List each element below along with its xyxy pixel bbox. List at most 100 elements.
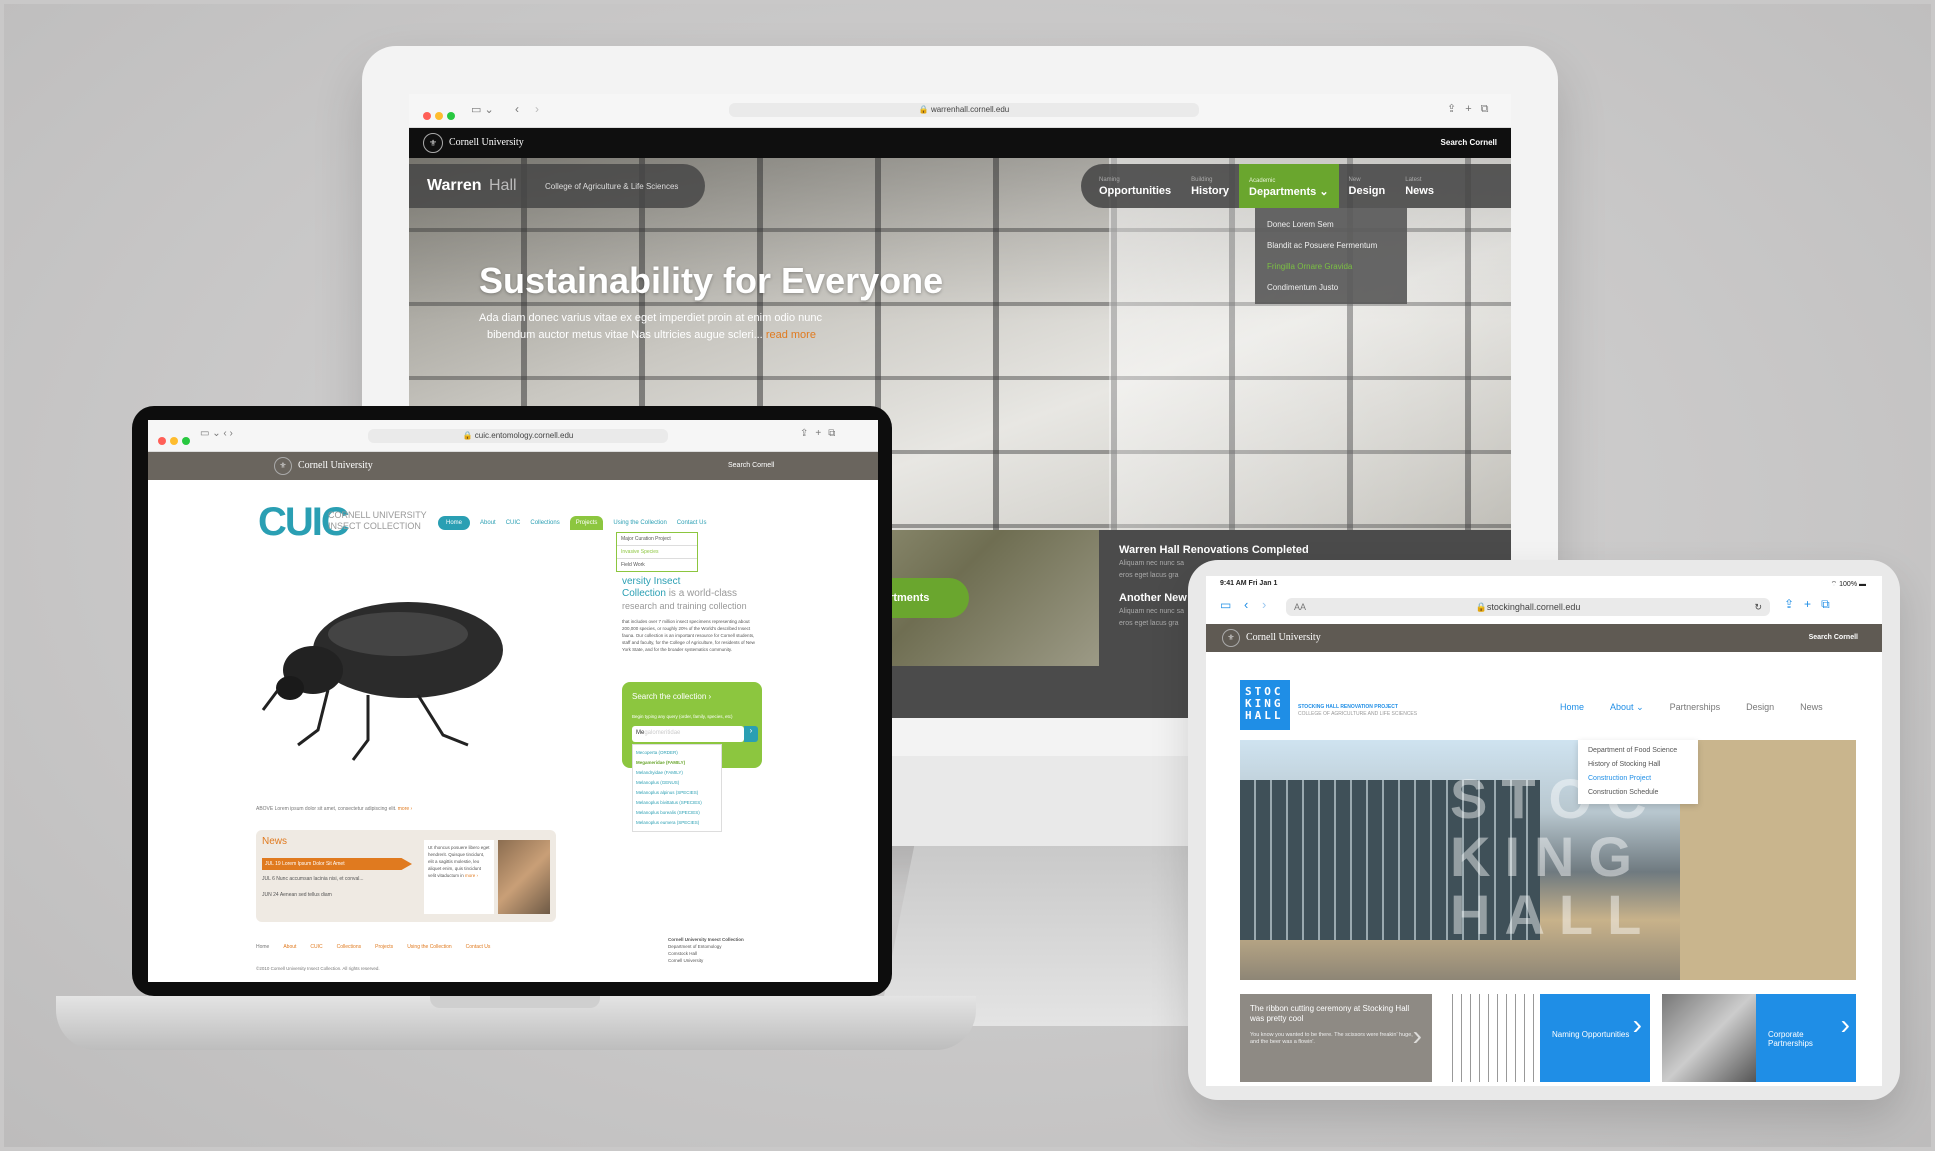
share-add-tabs-icons[interactable]: ⇪+⧉: [800, 428, 842, 439]
news-item-active[interactable]: JUL 19 Lorem Ipsum Dolor Sit Amet: [262, 858, 412, 870]
feature-tiles: The ribbon cutting ceremony at Stocking …: [1240, 994, 1856, 1084]
footer-link[interactable]: Home: [256, 944, 269, 950]
address-bar[interactable]: 🔒 cuic.entomology.cornell.edu: [368, 429, 668, 443]
nav-about[interactable]: About ⌄: [1610, 702, 1644, 713]
nav-history[interactable]: Building History: [1181, 175, 1239, 197]
news-title-2[interactable]: Another New: [1119, 592, 1187, 604]
nav-collections[interactable]: Collections: [530, 520, 559, 526]
dropdown-item[interactable]: Donec Lorem Sem: [1267, 214, 1395, 235]
news-more-link[interactable]: more ›: [465, 873, 478, 878]
suggestion-item[interactable]: Melanoplus borealis (SPECIES): [636, 808, 718, 818]
caption-more-link[interactable]: more ›: [398, 806, 412, 812]
back-forward-icons[interactable]: ▭ ⌄ ‹ ›: [200, 428, 233, 439]
read-more-link[interactable]: read more: [766, 329, 816, 341]
footer-address: Cornell University Insect Collection Depa…: [668, 937, 744, 963]
stocking-nav: Home About ⌄ Partnerships Design News: [1560, 702, 1823, 713]
dropdown-item[interactable]: Condimentum Justo: [1267, 277, 1395, 298]
laptop-opening-notch: [430, 996, 600, 1008]
suggestion-item[interactable]: Melanoplus bivittatus (SPECIES): [636, 798, 718, 808]
tile-naming-opportunities[interactable]: Naming Opportunities ›: [1444, 994, 1650, 1082]
dropdown-item[interactable]: Construction Schedule: [1588, 786, 1688, 800]
footer-link[interactable]: Contact Us: [466, 944, 491, 950]
footer-link[interactable]: About: [283, 944, 296, 950]
tile-corporate-partnerships[interactable]: Corporate Partnerships ›: [1662, 994, 1856, 1082]
suggestion-item[interactable]: Melanoplus eumera (SPECIES): [636, 818, 718, 828]
window-controls[interactable]: [423, 107, 459, 125]
site-logo-bar[interactable]: Warren Hall College of Agriculture & Lif…: [409, 164, 705, 208]
window-controls[interactable]: [158, 432, 194, 450]
nav-using[interactable]: Using the Collection: [613, 520, 666, 526]
share-add-tabs-icons[interactable]: ⇪+⧉: [1447, 102, 1498, 116]
nav-departments[interactable]: Academic Departments ⌄: [1239, 164, 1339, 208]
minimize-dot-icon[interactable]: [435, 112, 443, 120]
nav-home[interactable]: Home: [1560, 702, 1584, 713]
dropdown-item-hovered[interactable]: Fringilla Ornare Gravida: [1267, 256, 1395, 277]
search-cornell-link[interactable]: Search Cornell: [1809, 634, 1858, 641]
zoom-dot-icon[interactable]: [182, 437, 190, 445]
forward-icon[interactable]: ›: [535, 102, 539, 116]
close-dot-icon[interactable]: [158, 437, 166, 445]
floorplan-image: [1444, 994, 1540, 1082]
footer-link[interactable]: CUIC: [310, 944, 322, 950]
tile-ribbon-cutting[interactable]: The ribbon cutting ceremony at Stocking …: [1240, 994, 1432, 1082]
dropdown-item[interactable]: Department of Food Science: [1588, 744, 1688, 758]
nav-design[interactable]: New Design: [1339, 175, 1396, 197]
sidebar-icon[interactable]: ▭: [1220, 598, 1231, 612]
ipad-browser-window: 9:41 AM Fri Jan 1 ⌔ 100% ▬ ▭ ‹ › AA 🔒stoc…: [1206, 576, 1882, 1086]
cornell-wordmark[interactable]: Cornell University: [449, 137, 524, 148]
url-text: warrenhall.cornell.edu: [930, 105, 1010, 114]
nav-design[interactable]: Design: [1746, 702, 1774, 713]
search-go-icon[interactable]: ›: [744, 726, 758, 742]
suggestion-item[interactable]: Mecoperta (ORDER): [636, 748, 718, 758]
project-title: STOCKING HALL RENOVATION PROJECT COLLEGE …: [1298, 704, 1418, 717]
nav-about[interactable]: About: [480, 520, 496, 526]
status-battery: ⌔ 100% ▬: [1830, 581, 1866, 588]
nav-news[interactable]: Latest News: [1395, 175, 1444, 197]
news-item[interactable]: JUN 24 Aenean sed tellus diam: [262, 892, 332, 898]
address-bar[interactable]: 🔒 warrenhall.cornell.edu: [729, 103, 1199, 117]
ipad-toolbar: ▭ ‹ › AA 🔒stockinghall.cornell.edu ↻ ⇪+⧉: [1216, 594, 1872, 620]
search-cornell-link[interactable]: Search Cornell: [728, 462, 774, 469]
search-cornell-link[interactable]: Search Cornell: [1441, 138, 1497, 147]
nav-opportunities[interactable]: Naming Opportunities: [1081, 175, 1181, 197]
collection-search-input[interactable]: Megalomeritidae: [632, 726, 744, 742]
reload-icon[interactable]: ↻: [1754, 598, 1762, 616]
suggestion-item[interactable]: Melanoplus alpinus (SPECIES): [636, 788, 718, 798]
nav-home[interactable]: Home: [438, 516, 471, 530]
suggestion-item-hovered[interactable]: Megameridae (FAMILY): [636, 758, 718, 768]
address-bar[interactable]: AA 🔒stockinghall.cornell.edu ↻: [1286, 598, 1770, 616]
dropdown-item[interactable]: Major Curation Project: [617, 533, 697, 546]
footer-link[interactable]: Projects: [375, 944, 393, 950]
suggestion-item[interactable]: Melanoplus (GENUS): [636, 778, 718, 788]
forward-icon[interactable]: ›: [1262, 597, 1266, 612]
dropdown-item-hovered[interactable]: Construction Project: [1588, 772, 1688, 786]
hero-text-line-1: Ada diam donec varius vitae ex eget impe…: [479, 312, 823, 324]
dropdown-item[interactable]: History of Stocking Hall: [1588, 758, 1688, 772]
projects-dropdown: Major Curation Project Invasive Species …: [616, 532, 698, 572]
nav-cuic[interactable]: CUIC: [506, 520, 521, 526]
nav-contact[interactable]: Contact Us: [677, 520, 707, 526]
dropdown-item-hovered[interactable]: Invasive Species: [617, 546, 697, 559]
nav-news[interactable]: News: [1800, 702, 1823, 713]
news-item[interactable]: JUL 6 Nunc accumsan lacinia nisi, et con…: [262, 876, 364, 882]
cornell-wordmark[interactable]: Cornell University: [1246, 632, 1321, 643]
cornell-wordmark[interactable]: Cornell University: [298, 460, 373, 471]
suggestion-item[interactable]: Melandryidae (FAMILY): [636, 768, 718, 778]
share-add-tabs-icons[interactable]: ⇪+⧉: [1784, 597, 1840, 612]
dropdown-item[interactable]: Field Work: [617, 559, 697, 571]
nav-partnerships[interactable]: Partnerships: [1670, 702, 1721, 713]
nav-projects[interactable]: Projects: [569, 516, 604, 530]
news-title-1[interactable]: Warren Hall Renovations Completed: [1119, 544, 1309, 556]
zoom-dot-icon[interactable]: [447, 112, 455, 120]
dropdown-item[interactable]: Blandit ac Posuere Fermentum: [1267, 235, 1395, 256]
back-icon[interactable]: ‹: [1244, 597, 1248, 612]
sidebar-icon[interactable]: ▭ ⌄: [471, 103, 494, 116]
minimize-dot-icon[interactable]: [170, 437, 178, 445]
close-dot-icon[interactable]: [423, 112, 431, 120]
search-hint: Begin typing any query (order, family, s…: [632, 714, 733, 719]
stocking-hall-logo[interactable]: STOCKINGHALL: [1240, 680, 1290, 730]
back-icon[interactable]: ‹: [515, 102, 519, 116]
intro-heading: versity Insect Collection is a world-clas…: [622, 576, 747, 611]
footer-link[interactable]: Using the Collection: [407, 944, 451, 950]
footer-link[interactable]: Collections: [337, 944, 361, 950]
